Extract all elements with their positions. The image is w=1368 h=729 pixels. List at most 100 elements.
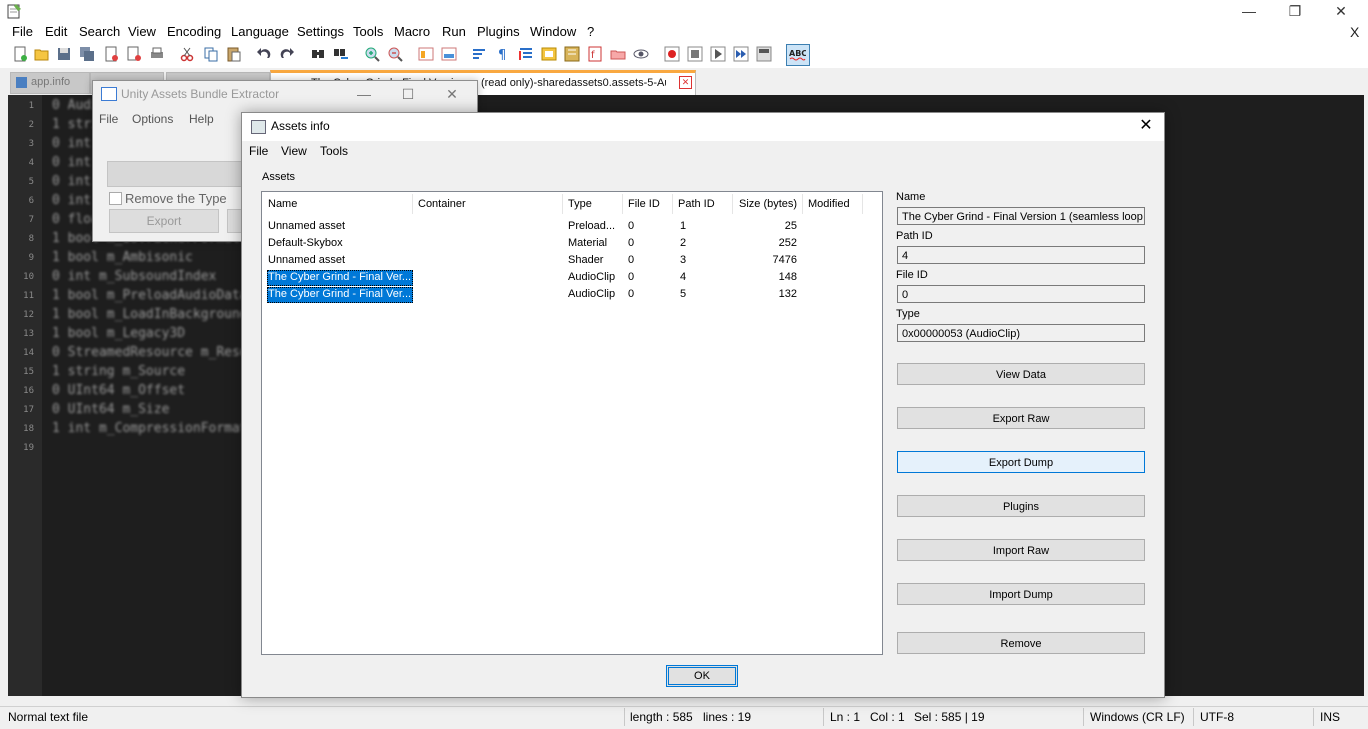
menu-window[interactable]: Window xyxy=(530,24,576,39)
line-number: 13 xyxy=(23,329,34,339)
assets-list[interactable]: Name Container Type File ID Path ID Size… xyxy=(261,191,883,655)
menu-plugins[interactable]: Plugins xyxy=(477,24,520,39)
zoom-out-icon[interactable] xyxy=(387,46,403,62)
redo-icon[interactable] xyxy=(279,46,295,62)
menu-run[interactable]: Run xyxy=(442,24,466,39)
uabe-menu-options[interactable]: Options xyxy=(132,112,173,126)
type-field[interactable]: 0x00000053 (AudioClip) xyxy=(897,324,1145,342)
uabe-maximize-button[interactable]: ☐ xyxy=(393,83,423,105)
function-list-icon[interactable]: f xyxy=(587,46,603,62)
column-divider[interactable] xyxy=(732,194,733,214)
table-row[interactable]: The Cyber Grind - Final Ver... AudioClip 0… xyxy=(263,287,879,303)
menu-settings[interactable]: Settings xyxy=(297,24,344,39)
line-number: 8 xyxy=(28,234,34,244)
import-raw-button[interactable]: Import Raw xyxy=(897,539,1145,561)
path-id-field[interactable]: 4 xyxy=(897,246,1145,264)
column-header-type[interactable]: Type xyxy=(568,198,592,210)
close-tab-icon[interactable]: ✕ xyxy=(679,76,692,89)
column-header-container[interactable]: Container xyxy=(418,198,466,210)
ok-button[interactable]: OK xyxy=(666,665,738,687)
sync-horizontal-icon[interactable] xyxy=(441,46,457,62)
tab-app-info[interactable]: app.info xyxy=(10,72,90,94)
dialog-menu-file[interactable]: File xyxy=(249,144,268,158)
save-macro-icon[interactable] xyxy=(756,46,772,62)
run-macro-multiple-icon[interactable] xyxy=(733,46,749,62)
uabe-minimize-button[interactable]: — xyxy=(349,83,379,105)
export-raw-button[interactable]: Export Raw xyxy=(897,407,1145,429)
stop-macro-icon[interactable] xyxy=(687,46,703,62)
open-file-icon[interactable] xyxy=(34,46,50,62)
uabe-menu-file[interactable]: File xyxy=(99,112,118,126)
cell-name: The Cyber Grind - Final Ver... xyxy=(268,271,410,283)
undo-icon[interactable] xyxy=(256,46,272,62)
column-divider[interactable] xyxy=(802,194,803,214)
column-header-name[interactable]: Name xyxy=(268,198,297,210)
indent-guide-icon[interactable] xyxy=(518,46,534,62)
play-macro-icon[interactable] xyxy=(710,46,726,62)
table-row[interactable]: Default-Skybox Material 0 2 252 xyxy=(263,236,879,252)
menu-edit[interactable]: Edit xyxy=(45,24,67,39)
uabe-export-button[interactable]: Export xyxy=(109,209,219,233)
sync-vertical-icon[interactable] xyxy=(418,46,434,62)
export-dump-button[interactable]: Export Dump xyxy=(897,451,1145,473)
new-file-icon[interactable] xyxy=(12,46,28,62)
minimize-button[interactable]: — xyxy=(1226,0,1272,22)
menu-file[interactable]: File xyxy=(12,24,33,39)
monitoring-icon[interactable] xyxy=(633,46,649,62)
save-all-icon[interactable] xyxy=(79,46,95,62)
dialog-close-button[interactable]: ✕ xyxy=(1132,115,1160,137)
doc-map-icon[interactable] xyxy=(564,46,580,62)
user-lang-icon[interactable] xyxy=(541,46,557,62)
record-macro-icon[interactable] xyxy=(664,46,680,62)
menu-search[interactable]: Search xyxy=(79,24,120,39)
column-divider[interactable] xyxy=(672,194,673,214)
uabe-menu-help[interactable]: Help xyxy=(189,112,214,126)
line-number: 9 xyxy=(28,253,34,263)
close-all-icon[interactable] xyxy=(126,46,142,62)
menu-tools[interactable]: Tools xyxy=(353,24,383,39)
table-row[interactable]: Unnamed asset Shader 0 3 7476 xyxy=(263,253,879,269)
column-header-size[interactable]: Size (bytes) xyxy=(739,198,797,210)
column-divider[interactable] xyxy=(862,194,863,214)
folder-workspace-icon[interactable] xyxy=(610,46,626,62)
dialog-menu-view[interactable]: View xyxy=(281,144,307,158)
cut-icon[interactable] xyxy=(179,46,195,62)
column-header-path-id[interactable]: Path ID xyxy=(678,198,715,210)
menu-help[interactable]: ? xyxy=(587,24,594,39)
plugins-button[interactable]: Plugins xyxy=(897,495,1145,517)
import-dump-button[interactable]: Import Dump xyxy=(897,583,1145,605)
column-header-file-id[interactable]: File ID xyxy=(628,198,660,210)
restore-button[interactable]: ❐ xyxy=(1272,0,1318,22)
dialog-menu-tools[interactable]: Tools xyxy=(320,144,348,158)
word-wrap-icon[interactable] xyxy=(472,46,488,62)
remove-button[interactable]: Remove xyxy=(897,632,1145,654)
spell-check-button[interactable]: ABC xyxy=(786,44,810,66)
view-data-button[interactable]: View Data xyxy=(897,363,1145,385)
line-number: 10 xyxy=(23,272,34,282)
column-divider[interactable] xyxy=(562,194,563,214)
close-button[interactable]: ✕ xyxy=(1318,0,1364,22)
replace-icon[interactable] xyxy=(333,46,349,62)
copy-icon[interactable] xyxy=(203,46,219,62)
remove-type-checkbox[interactable] xyxy=(109,192,122,205)
show-all-chars-icon[interactable]: ¶ xyxy=(495,46,511,62)
menu-macro[interactable]: Macro xyxy=(394,24,430,39)
menu-encoding[interactable]: Encoding xyxy=(167,24,221,39)
menu-view[interactable]: View xyxy=(128,24,156,39)
save-icon[interactable] xyxy=(56,46,72,62)
close-file-icon[interactable] xyxy=(103,46,119,62)
find-icon[interactable] xyxy=(310,46,326,62)
close-document-icon[interactable]: X xyxy=(1350,24,1359,40)
zoom-in-icon[interactable] xyxy=(364,46,380,62)
menu-language[interactable]: Language xyxy=(231,24,289,39)
column-divider[interactable] xyxy=(622,194,623,214)
table-row[interactable]: The Cyber Grind - Final Ver... AudioClip 0… xyxy=(263,270,879,286)
column-header-modified[interactable]: Modified xyxy=(808,198,850,210)
uabe-close-button[interactable]: ✕ xyxy=(437,83,467,105)
print-icon[interactable] xyxy=(149,46,165,62)
column-divider[interactable] xyxy=(412,194,413,214)
paste-icon[interactable] xyxy=(226,46,242,62)
file-id-field[interactable]: 0 xyxy=(897,285,1145,303)
name-field[interactable]: The Cyber Grind - Final Version 1 (seaml… xyxy=(897,207,1145,225)
table-row[interactable]: Unnamed asset Preload... 0 1 25 xyxy=(263,219,879,235)
